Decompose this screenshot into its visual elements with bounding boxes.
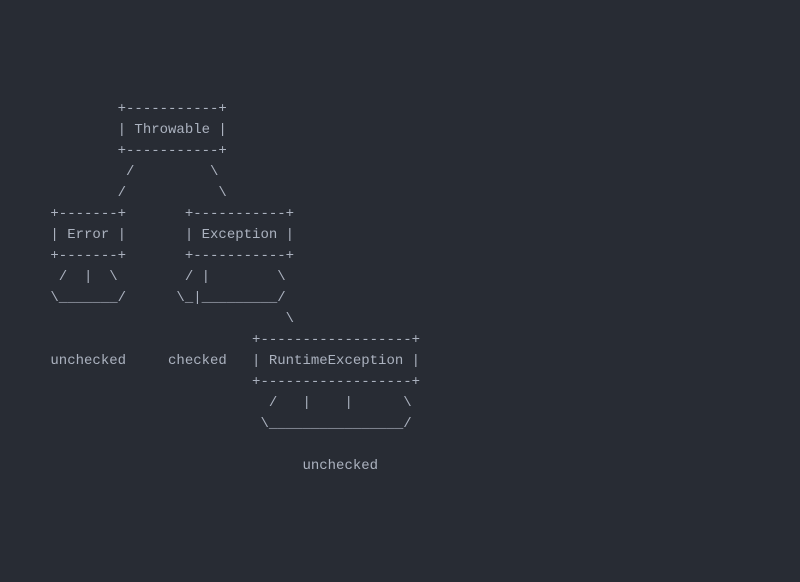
exception-hierarchy-diagram: +-----------+ | Throwable | +-----------… bbox=[0, 99, 800, 477]
